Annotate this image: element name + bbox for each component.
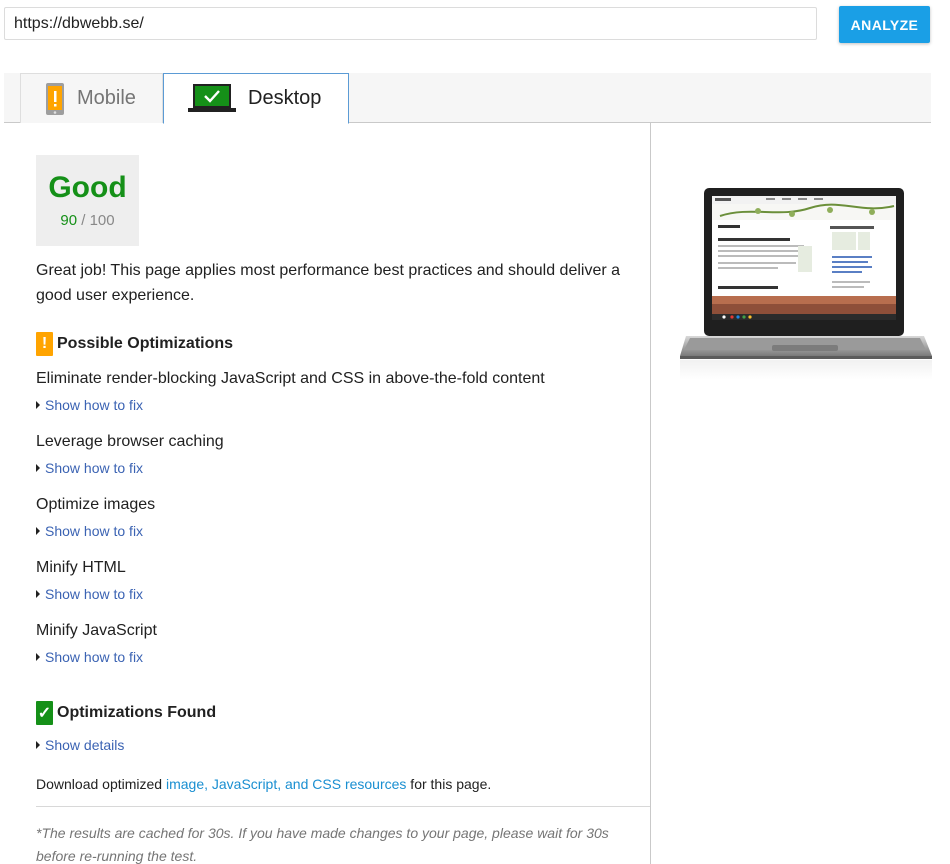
warning-icon: !: [36, 332, 53, 356]
show-how-to-fix-label: Show how to fix: [45, 586, 144, 602]
show-details-label: Show details: [45, 737, 125, 753]
show-how-to-fix-label: Show how to fix: [45, 397, 144, 413]
show-how-to-fix-link[interactable]: Show how to fix: [36, 649, 143, 665]
score-label: Good: [48, 171, 127, 204]
caret-right-icon: [36, 741, 40, 749]
rule-title: Leverage browser caching: [36, 433, 224, 450]
download-suffix: for this page.: [406, 776, 492, 792]
score-box: Good 90 / 100: [36, 155, 139, 246]
download-resources-link[interactable]: image, JavaScript, and CSS resources: [166, 776, 406, 792]
rule-title: Eliminate render-blocking JavaScript and…: [36, 370, 545, 387]
desktop-screenshot-preview: [680, 186, 932, 396]
device-tab-strip: Mobile Desktop: [4, 73, 931, 124]
tab-desktop[interactable]: Desktop: [163, 73, 349, 124]
show-how-to-fix-label: Show how to fix: [45, 649, 144, 665]
score-value: 90: [60, 212, 78, 229]
cache-note: *The results are cached for 30s. If you …: [36, 825, 609, 864]
possible-optimizations-heading: ! Possible Optimizations: [36, 332, 233, 356]
summary-text: Great job! This page applies most perfor…: [36, 262, 621, 304]
score-numbers: 90 / 100: [36, 212, 139, 229]
rule-title: Optimize images: [36, 496, 156, 513]
caret-right-icon: [36, 590, 40, 598]
show-how-to-fix-label: Show how to fix: [45, 523, 144, 539]
download-prefix: Download optimized: [36, 776, 166, 792]
divider: [36, 806, 650, 807]
rule-title: Minify JavaScript: [36, 622, 157, 639]
rule-title: Minify HTML: [36, 559, 126, 576]
download-line: Download optimized image, JavaScript, an…: [36, 776, 491, 792]
caret-right-icon: [36, 653, 40, 661]
optimizations-found-heading: ✓ Optimizations Found: [36, 701, 216, 725]
analyze-button[interactable]: ANALYZE: [839, 6, 930, 43]
tab-desktop-label: Desktop: [248, 87, 322, 109]
caret-right-icon: [36, 401, 40, 409]
url-input[interactable]: [4, 7, 817, 40]
tab-mobile-label: Mobile: [77, 87, 136, 109]
show-how-to-fix-link[interactable]: Show how to fix: [36, 523, 143, 539]
caret-right-icon: [36, 464, 40, 472]
possible-optimizations-title: Possible Optimizations: [57, 335, 234, 352]
show-how-to-fix-label: Show how to fix: [45, 460, 144, 476]
score-max: / 100: [81, 212, 115, 229]
caret-right-icon: [36, 527, 40, 535]
tab-mobile[interactable]: Mobile: [20, 73, 163, 123]
show-how-to-fix-link[interactable]: Show how to fix: [36, 460, 143, 476]
laptop-check-icon: [188, 82, 236, 116]
check-icon: ✓: [36, 701, 53, 725]
show-details-link[interactable]: Show details: [36, 737, 124, 753]
phone-warning-icon: [45, 82, 65, 116]
show-how-to-fix-link[interactable]: Show how to fix: [36, 586, 143, 602]
column-divider: [650, 123, 651, 864]
show-how-to-fix-link[interactable]: Show how to fix: [36, 397, 143, 413]
optimizations-found-title: Optimizations Found: [57, 704, 217, 721]
